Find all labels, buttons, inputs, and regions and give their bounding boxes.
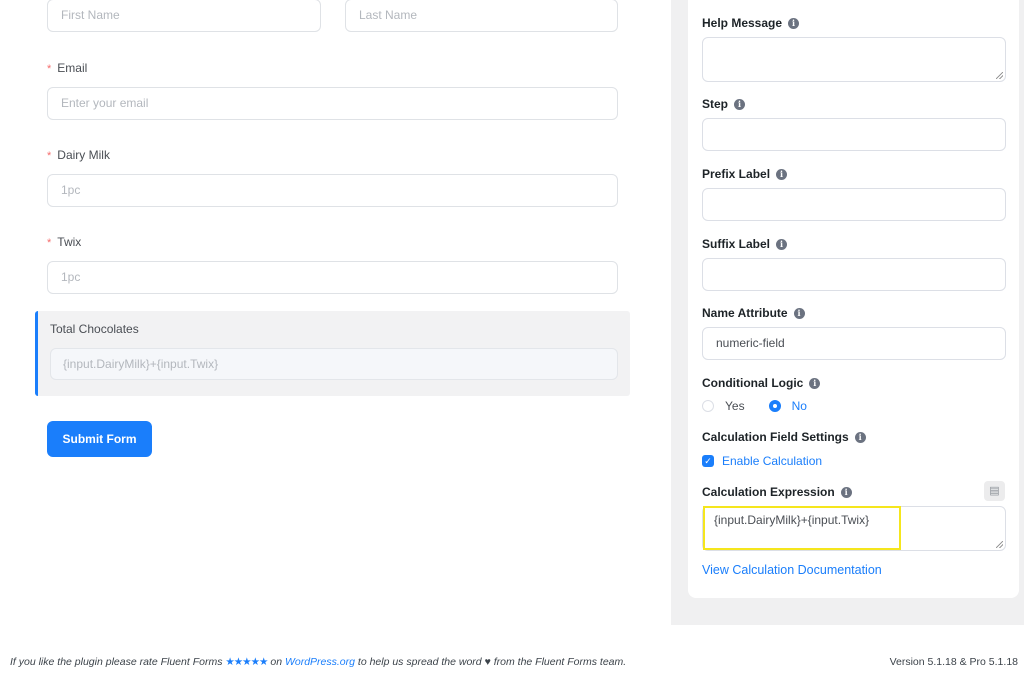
footer-text: from the Fluent Forms team. [490, 656, 627, 668]
info-icon[interactable]: i [788, 17, 800, 29]
radio-yes[interactable] [702, 400, 714, 412]
info-icon[interactable]: i [854, 431, 866, 443]
email-label-text: Email [57, 61, 88, 75]
conditional-logic-label-text: Conditional Logic [702, 376, 804, 390]
required-marker: * [47, 63, 52, 75]
prefix-label-text: Prefix Label [702, 167, 771, 181]
prefix-input[interactable] [702, 188, 1006, 221]
total-chocolates-field[interactable]: Total Chocolates {input.DairyMilk}+{inpu… [35, 311, 630, 396]
field-settings-panel: Help Message i Step i Prefix Label i Suffix… [671, 0, 1024, 625]
help-message-label: Help Message i [702, 16, 800, 30]
enable-calculation-checkbox[interactable]: ✓ Enable Calculation [702, 454, 822, 468]
required-marker: * [47, 237, 52, 249]
document-icon[interactable]: ▤ [984, 481, 1005, 501]
view-calc-docs-link[interactable]: View Calculation Documentation [702, 563, 882, 577]
twix-label: * Twix [47, 235, 81, 249]
name-attribute-input[interactable]: numeric-field [702, 327, 1006, 360]
calc-settings-label-text: Calculation Field Settings [702, 430, 849, 444]
info-icon[interactable]: i [793, 307, 805, 319]
suffix-label: Suffix Label i [702, 237, 788, 251]
step-label-text: Step [702, 97, 729, 111]
total-chocolates-label: Total Chocolates [50, 322, 139, 336]
resize-handle-icon[interactable] [996, 72, 1003, 79]
email-label: * Email [47, 61, 87, 75]
suffix-input[interactable] [702, 258, 1006, 291]
radio-no-label[interactable]: No [792, 399, 807, 413]
conditional-logic-label: Conditional Logic i [702, 376, 821, 390]
info-icon[interactable]: i [776, 168, 788, 180]
info-icon[interactable]: i [734, 98, 746, 110]
name-attribute-label: Name Attribute i [702, 306, 805, 320]
help-message-label-text: Help Message [702, 16, 783, 30]
radio-yes-label[interactable]: Yes [725, 399, 745, 413]
info-icon[interactable]: i [840, 486, 852, 498]
version-text: Version 5.1.18 & Pro 5.1.18 [889, 656, 1018, 668]
submit-form-button[interactable]: Submit Form [47, 421, 152, 457]
suffix-label-text: Suffix Label [702, 237, 771, 251]
footer-text: on [267, 656, 285, 668]
dairy-milk-label-text: Dairy Milk [57, 148, 110, 162]
resize-handle-icon[interactable] [996, 541, 1003, 548]
wordpress-org-link[interactable]: WordPress.org [285, 656, 355, 668]
footer-rating-text: If you like the plugin please rate Fluen… [10, 656, 626, 668]
twix-input[interactable]: 1pc [47, 261, 618, 294]
enable-calculation-label[interactable]: Enable Calculation [722, 454, 822, 468]
radio-no[interactable] [768, 400, 781, 412]
info-icon[interactable]: i [809, 377, 821, 389]
prefix-label: Prefix Label i [702, 167, 788, 181]
checkbox-checked-icon[interactable]: ✓ [702, 455, 714, 467]
required-marker: * [47, 150, 52, 162]
email-input[interactable]: Enter your email [47, 87, 618, 120]
calc-settings-label: Calculation Field Settings i [702, 430, 866, 444]
total-chocolates-input[interactable]: {input.DairyMilk}+{input.Twix} [50, 348, 618, 380]
info-icon[interactable]: i [776, 238, 788, 250]
last-name-input[interactable]: Last Name [345, 0, 618, 32]
conditional-logic-radio-group: Yes No [702, 399, 807, 413]
footer-text: If you like the plugin please rate Fluen… [10, 656, 226, 668]
settings-card: Help Message i Step i Prefix Label i Suffix… [688, 0, 1019, 598]
stars-icon[interactable]: ★★★★★ [225, 656, 268, 668]
step-input[interactable] [702, 118, 1006, 151]
first-name-input[interactable]: First Name [47, 0, 321, 32]
twix-label-text: Twix [57, 235, 82, 249]
page: First Name Last Name * Email Enter your e… [0, 0, 1024, 677]
dairy-milk-label: * Dairy Milk [47, 148, 110, 162]
calc-expression-value: {input.DairyMilk}+{input.Twix} [714, 513, 870, 527]
calc-expression-label-text: Calculation Expression [702, 485, 835, 499]
help-message-textarea[interactable] [702, 37, 1006, 82]
form-preview: First Name Last Name * Email Enter your e… [0, 0, 671, 640]
calc-expression-label: Calculation Expression i [702, 485, 852, 499]
dairy-milk-input[interactable]: 1pc [47, 174, 618, 207]
step-label: Step i [702, 97, 746, 111]
footer-text: to help us spread the word [354, 656, 485, 668]
name-attribute-label-text: Name Attribute [702, 306, 788, 320]
